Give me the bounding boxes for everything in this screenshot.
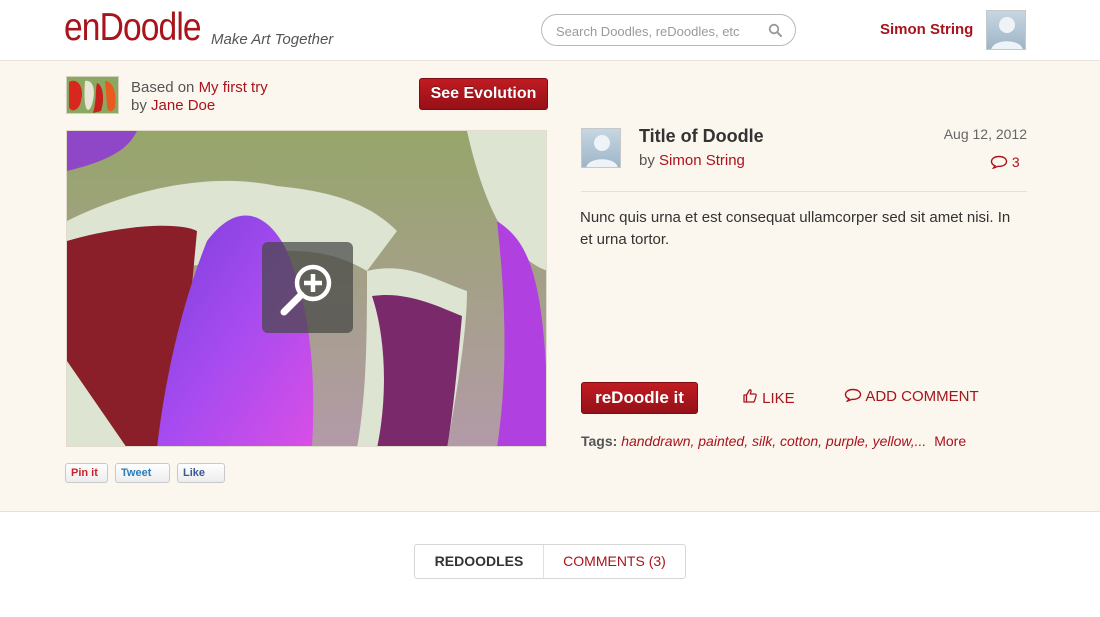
- tags-label: Tags:: [581, 433, 618, 449]
- based-on-author-line: by Jane Doe: [131, 97, 215, 114]
- facebook-like-button[interactable]: Like: [177, 463, 225, 483]
- tab-comments[interactable]: COMMENTS (3): [543, 545, 685, 578]
- zoom-in-icon: [280, 264, 332, 316]
- tags-more-link[interactable]: More: [934, 433, 966, 449]
- zoom-button[interactable]: [262, 242, 353, 333]
- current-user-name[interactable]: Simon String: [880, 21, 973, 38]
- like-button[interactable]: LIKE: [742, 388, 795, 407]
- based-on-author-link[interactable]: Jane Doe: [151, 97, 215, 114]
- add-comment-button[interactable]: ADD COMMENT: [844, 388, 979, 405]
- search-input[interactable]: [556, 21, 756, 41]
- comment-count-value: 3: [1011, 154, 1020, 170]
- doodle-description: Nunc quis urna et est consequat ullamcor…: [580, 209, 1011, 248]
- tag-link[interactable]: purple,: [826, 433, 869, 449]
- content-tabs: REDOODLES COMMENTS (3): [414, 544, 686, 579]
- tweet-button[interactable]: Tweet: [115, 463, 170, 483]
- doodle-author-avatar[interactable]: [581, 128, 621, 168]
- site-tagline: Make Art Together: [211, 31, 334, 48]
- site-logo[interactable]: enDoodle: [64, 6, 202, 50]
- like-label: LIKE: [762, 390, 795, 407]
- search-box[interactable]: [541, 14, 796, 46]
- redoodle-button[interactable]: reDoodle it: [581, 382, 698, 414]
- tag-link[interactable]: handdrawn,: [621, 433, 694, 449]
- based-on-by-prefix: by: [131, 97, 147, 114]
- tag-link[interactable]: cotton,: [780, 433, 822, 449]
- doodle-title: Title of Doodle: [639, 126, 764, 146]
- doodle-detail-section: Based on My first try by Jane Doe See Ev…: [0, 61, 1100, 512]
- site-header: enDoodle Make Art Together Simon String: [0, 0, 1100, 61]
- based-on-line: Based on My first try: [131, 79, 268, 96]
- doodle-author-line: by Simon String: [639, 152, 745, 169]
- doodle-artwork[interactable]: [66, 130, 547, 447]
- tag-link[interactable]: painted,: [698, 433, 748, 449]
- speech-bubble-icon: [844, 388, 862, 403]
- current-user-avatar[interactable]: [986, 10, 1026, 50]
- doodle-date: Aug 12, 2012: [943, 126, 1027, 142]
- search-icon[interactable]: [768, 23, 782, 37]
- see-evolution-button[interactable]: See Evolution: [419, 78, 548, 110]
- based-on-prefix: Based on: [131, 79, 195, 96]
- based-on-thumbnail[interactable]: [66, 76, 119, 114]
- tag-link[interactable]: silk,: [752, 433, 776, 449]
- add-comment-label: ADD COMMENT: [865, 388, 979, 405]
- doodle-by-prefix: by: [639, 152, 655, 169]
- divider: [581, 191, 1027, 192]
- tags-row: Tags: handdrawn, painted, silk, cotton, …: [581, 433, 966, 449]
- doodle-author-link[interactable]: Simon String: [659, 152, 745, 169]
- thumbs-up-icon: [743, 389, 757, 403]
- pinterest-button[interactable]: Pin it: [65, 463, 108, 483]
- speech-bubble-icon: [990, 155, 1008, 170]
- tag-link[interactable]: yellow,...: [873, 433, 927, 449]
- comment-count-link[interactable]: 3: [990, 154, 1020, 170]
- tab-redoodles[interactable]: REDOODLES: [415, 545, 543, 578]
- user-silhouette-icon: [586, 135, 618, 167]
- user-silhouette-icon: [991, 17, 1023, 49]
- based-on-title-link[interactable]: My first try: [199, 79, 268, 96]
